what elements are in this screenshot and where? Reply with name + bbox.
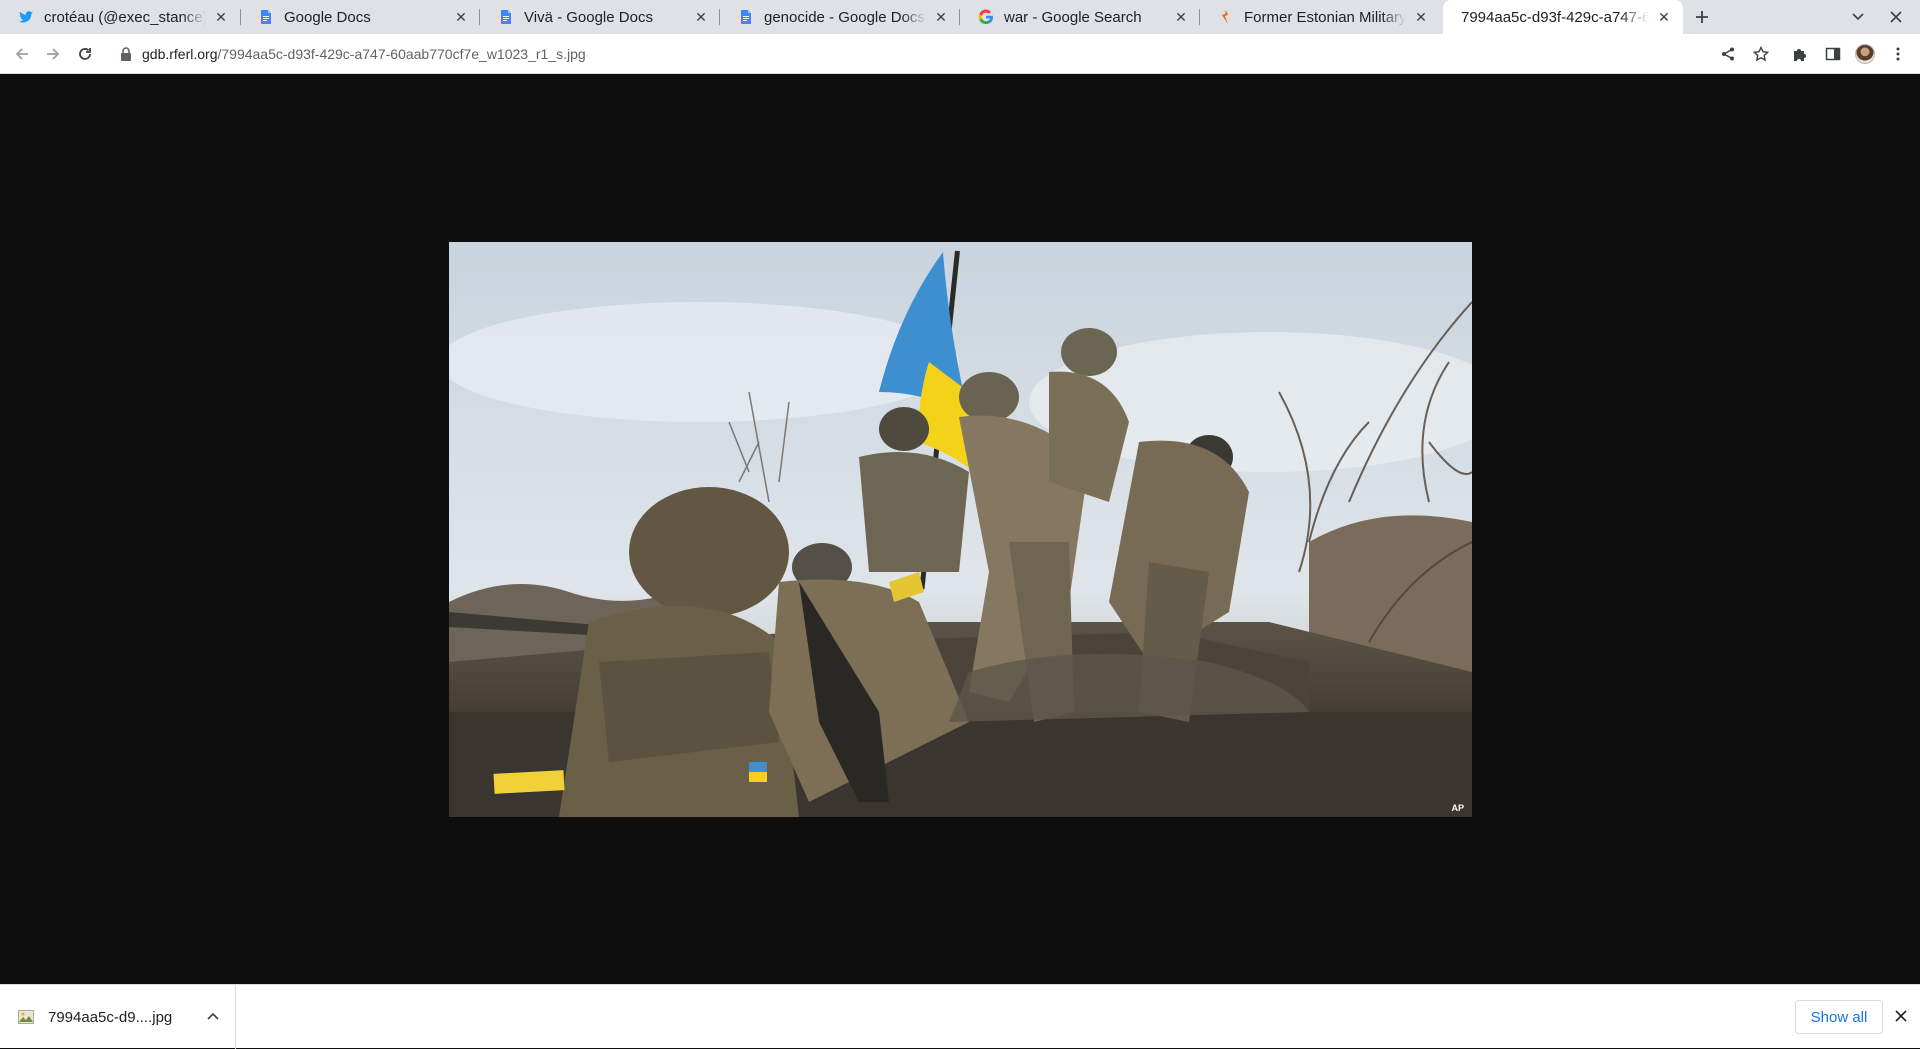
tab-google-docs[interactable]: Google Docs ✕ [240, 0, 480, 34]
download-item[interactable]: 7994aa5c-d9....jpg [0, 985, 236, 1049]
tab-twitter[interactable]: crotéau (@exec_stance) / Twitter ✕ [0, 0, 240, 34]
tab-strip: crotéau (@exec_stance) / Twitter ✕ Googl… [0, 0, 1920, 34]
tab-search-button[interactable] [1846, 5, 1870, 29]
side-panel-button[interactable] [1821, 42, 1845, 66]
window-close-button[interactable] [1884, 5, 1908, 29]
tab-title: crotéau (@exec_stance) / Twitter [44, 8, 206, 26]
twitter-icon [19, 11, 33, 23]
displayed-photo[interactable]: AP [449, 242, 1472, 817]
download-options-button[interactable] [204, 1007, 222, 1025]
star-icon [1753, 46, 1769, 62]
lock-icon [121, 47, 131, 61]
image-viewer: AP [0, 75, 1920, 984]
google-docs-icon [741, 10, 751, 24]
tab-estonian-military[interactable]: Former Estonian Military C ✕ [1200, 0, 1440, 34]
download-file-name: 7994aa5c-d9....jpg [48, 1008, 173, 1026]
bookmark-button[interactable] [1749, 42, 1773, 66]
close-tab-icon[interactable]: ✕ [452, 8, 470, 26]
tab-image-active[interactable]: 7994aa5c-d93f-429c-a747-60aab770cf7e_w10… [1443, 0, 1683, 34]
chevron-up-icon [207, 1012, 219, 1020]
tab-title: genocide - Google Docs [764, 8, 925, 26]
close-tab-icon[interactable]: ✕ [1412, 8, 1430, 26]
tab-google-search[interactable]: war - Google Search ✕ [960, 0, 1200, 34]
tab-genocide-docs[interactable]: genocide - Google Docs ✕ [720, 0, 960, 34]
close-tab-icon[interactable]: ✕ [932, 8, 950, 26]
share-icon [1722, 47, 1734, 61]
close-tab-icon[interactable]: ✕ [692, 8, 710, 26]
avatar [1855, 44, 1875, 64]
tab-viva-docs[interactable]: Vivä - Google Docs ✕ [480, 0, 720, 34]
tab-title: Former Estonian Military C [1244, 8, 1406, 26]
close-icon [1890, 11, 1902, 23]
close-tab-icon[interactable]: ✕ [1655, 8, 1673, 26]
chevron-down-icon [1852, 13, 1864, 21]
google-docs-icon [261, 10, 271, 24]
tab-title: Google Docs [284, 8, 371, 26]
close-tab-icon[interactable]: ✕ [1172, 8, 1190, 26]
reload-icon [79, 48, 91, 60]
close-tab-icon[interactable]: ✕ [212, 8, 230, 26]
reload-button[interactable] [73, 42, 97, 66]
download-shelf: 7994aa5c-d9....jpg Show all [0, 984, 1920, 1049]
arrow-right-icon [47, 48, 60, 60]
news-icon [1222, 10, 1228, 24]
puzzle-icon [1794, 49, 1806, 61]
side-panel-icon [1825, 47, 1841, 61]
arrow-left-icon [15, 48, 28, 60]
google-icon [978, 9, 993, 25]
photo-credit: AP [1451, 803, 1464, 813]
back-button[interactable] [10, 42, 34, 66]
url-path: /7994aa5c-d93f-429c-a747-60aab770cf7e_w1… [217, 46, 586, 62]
browser-toolbar: gdb.rferl.org/7994aa5c-d93f-429c-a747-60… [0, 34, 1920, 74]
address-bar[interactable]: gdb.rferl.org/7994aa5c-d93f-429c-a747-60… [110, 39, 1760, 69]
tab-title: Vivä - Google Docs [524, 8, 653, 26]
forward-button[interactable] [41, 42, 65, 66]
show-all-downloads-button[interactable]: Show all [1795, 1000, 1883, 1034]
photo-soldiers-flag [449, 242, 1472, 817]
close-icon [1895, 1010, 1907, 1022]
kebab-menu-icon [1896, 47, 1900, 61]
google-docs-icon [501, 10, 511, 24]
close-shelf-button[interactable] [1892, 1007, 1910, 1025]
extensions-button[interactable] [1788, 42, 1812, 66]
tab-separator [240, 9, 241, 25]
tab-title: war - Google Search [1004, 8, 1142, 26]
plus-icon [1696, 11, 1708, 23]
profile-button[interactable] [1853, 42, 1877, 66]
tab-title: 7994aa5c-d93f-429c-a747-60aab770cf7e_w10… [1461, 8, 1649, 26]
image-file-icon [18, 1010, 34, 1024]
share-button[interactable] [1716, 42, 1740, 66]
menu-button[interactable] [1886, 42, 1910, 66]
url-host: gdb.rferl.org [142, 46, 218, 62]
new-tab-button[interactable] [1690, 5, 1714, 29]
